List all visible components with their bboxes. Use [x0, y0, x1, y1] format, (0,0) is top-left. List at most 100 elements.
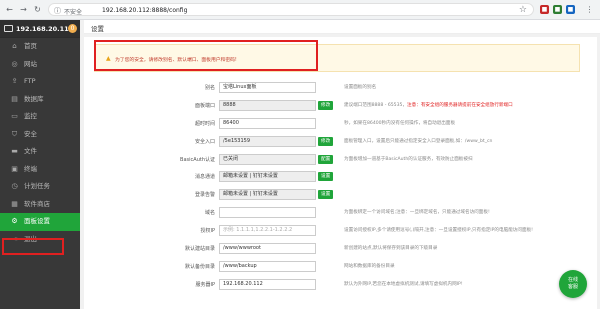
extension-icon[interactable]: ■: [566, 5, 575, 14]
sidebar-item-label: FTP: [24, 77, 36, 85]
field-input[interactable]: 邮箱未设置 | 钉钉未设置: [219, 189, 316, 200]
help-text: 新创建的站点,默认将保存到该目录的下级目录: [344, 246, 438, 251]
sidebar-item[interactable]: ⚙ 面板设置: [0, 213, 80, 231]
bookmark-star-icon[interactable]: ☆: [519, 5, 527, 15]
field-input[interactable]: 192.168.20.112: [219, 279, 316, 290]
field-label: 超时时间: [194, 121, 215, 127]
upload-icon: ⇪: [11, 77, 18, 85]
page-header: 设置: [84, 20, 600, 34]
field-label: 默认建站目录: [184, 246, 215, 252]
field-action-button[interactable]: 修改: [318, 101, 334, 110]
field-input[interactable]: [219, 207, 316, 218]
field-input[interactable]: /5e153159: [219, 136, 316, 147]
support-label-2: 客服: [567, 284, 578, 290]
field-action-button[interactable]: 修改: [318, 137, 334, 146]
settings-row: 默认备份目录/www/backup 网站和数据库的备份目录: [84, 261, 597, 273]
settings-row: 超时时间 86400 秒，如果在86400秒内没有任何操作，将自动退出面板: [84, 118, 597, 130]
sidebar-item-label: 安全: [24, 129, 37, 138]
sidebar-item[interactable]: ⇪ FTP: [0, 73, 80, 91]
monitor-icon: [4, 25, 13, 32]
field-input[interactable]: 宝塔Linux面板: [219, 82, 316, 93]
sidebar-item-label: 终端: [24, 164, 37, 173]
field-help-text: 面板管理入口，设置后只能通过指定安全入口登录面板,如：/www_bt_cn: [344, 138, 492, 144]
help-text: 为面板增加一道基于BasicAuth的认证服务，有效防止面板被扫: [344, 157, 473, 162]
reload-icon[interactable]: ↻: [32, 4, 43, 15]
sidebar-item[interactable]: ◎ 网站: [0, 56, 80, 74]
settings-row: 别名 宝塔Linux面板 设置面板的别名: [84, 82, 597, 94]
shield-icon: ⛉: [11, 129, 18, 138]
field-label: 安全入口: [194, 139, 215, 145]
field-label: 面板端口: [194, 103, 215, 109]
field-label: 登录告警: [194, 192, 215, 198]
sidebar-item-label: 数据库: [24, 94, 44, 103]
sidebar-item[interactable]: ▦ 软件商店: [0, 196, 80, 214]
field-help-text: 设置访问授权IP,多个请使用逗号(,)隔开,注意：一旦设置授权IP,只有指定IP…: [344, 227, 533, 233]
field-label: 默认备份目录: [184, 264, 215, 270]
highlight-outline: [2, 238, 64, 255]
field-label: 授权IP: [200, 228, 216, 234]
settings-row: 面板端口 8888 修改 建议端口范围8888 - 65535，注意：有安全组的服务器…: [84, 100, 597, 112]
browser-toolbar: ← → ↻ ⓘ 不安全 192.168.20.112:8888/config ☆…: [0, 0, 600, 20]
sidebar-item-label: 首页: [24, 42, 37, 50]
field-help-text: 建议端口范围8888 - 65535，注意：有安全组的服务器请提前在安全组放行新…: [344, 102, 513, 108]
help-warning-text: 注意：有安全组的服务器请提前在安全组放行新端口: [407, 103, 513, 108]
terminal-icon: ▣: [11, 164, 18, 173]
settings-row: BasicAuth认证 已关闭 配置 为面板增加一道基于BasicAuth的认证服务，…: [84, 154, 597, 166]
notification-badge[interactable]: 0: [68, 24, 77, 33]
sidebar-item[interactable]: ▤ 数据库: [0, 91, 80, 109]
forward-icon[interactable]: →: [18, 4, 29, 15]
globe-icon: ◎: [11, 59, 18, 68]
sidebar-item-label: 文件: [24, 147, 37, 155]
field-action-button[interactable]: 设置: [318, 172, 334, 181]
sidebar-item[interactable]: ▭ 监控: [0, 108, 80, 126]
field-input[interactable]: /www/backup: [219, 261, 316, 272]
support-label-1: 在线: [567, 277, 578, 283]
field-help-text: 为面板增加一道基于BasicAuth的认证服务，有效防止面板被扫: [344, 156, 473, 162]
field-input[interactable]: 已关闭: [219, 154, 316, 165]
field-label: BasicAuth认证: [180, 157, 215, 163]
field-help-text: 网站和数据库的备份目录: [344, 263, 395, 269]
menu-icon[interactable]: ⋮: [584, 4, 595, 15]
url-text[interactable]: 192.168.20.112:8888/config: [102, 7, 187, 14]
help-text: 设置面板的别名: [344, 85, 377, 90]
help-text: 网站和数据库的备份目录: [344, 264, 395, 269]
sidebar-item[interactable]: ⌂ 首页: [0, 38, 80, 56]
field-action-button[interactable]: 设置: [318, 190, 334, 199]
field-input[interactable]: 邮箱未设置 | 钉钉未设置: [219, 171, 316, 182]
insecure-label: 不安全: [64, 9, 83, 16]
field-action-button[interactable]: 配置: [318, 155, 334, 164]
field-input[interactable]: /www/wwwroot: [219, 243, 316, 254]
sidebar-item-label: 监控: [24, 112, 37, 120]
info-icon[interactable]: ⓘ: [54, 6, 61, 16]
settings-row: 域名 为面板绑定一个访问域名;注意：一旦绑定域名，只能通过域名访问面板!: [84, 207, 597, 219]
settings-row: 消息通道 邮箱未设置 | 钉钉未设置 设置: [84, 171, 597, 183]
field-input[interactable]: 86400: [219, 118, 316, 129]
settings-row: 登录告警 邮箱未设置 | 钉钉未设置 设置: [84, 189, 597, 201]
sidebar-item[interactable]: ◷ 计划任务: [0, 178, 80, 196]
field-label: 别名: [204, 85, 215, 91]
sidebar-item[interactable]: ▣ 终端: [0, 161, 80, 179]
field-help-text: 秒，如果在86400秒内没有任何操作，将自动退出面板: [344, 120, 455, 126]
back-icon[interactable]: ←: [4, 4, 15, 15]
field-input[interactable]: 示例: 1.1.1.1,1.2.2.1-1.2.2.2: [219, 225, 316, 236]
sidebar-item[interactable]: ▬ 文件: [0, 143, 80, 161]
field-help-text: 设置面板的别名: [344, 84, 376, 90]
sidebar-item-label: 计划任务: [24, 182, 50, 190]
sidebar: 192.168.20.112 0 ⌂ 首页 ◎ 网站 ⇪ FTP ▤ 数据库 ▭ 监控 ⛉ 安全 ▬ 文件…: [0, 20, 80, 309]
clock-icon: ◷: [11, 182, 18, 190]
address-bar[interactable]: ⓘ 不安全 192.168.20.112:8888/config ☆: [48, 3, 534, 16]
field-input[interactable]: 8888: [219, 100, 316, 111]
settings-row: 授权IP 示例: 1.1.1.1,1.2.2.1-1.2.2.2 设置访问授权IP,…: [84, 225, 597, 237]
home-icon: ⌂: [12, 42, 17, 50]
extension-icon[interactable]: ■: [540, 5, 549, 14]
online-support-button[interactable]: 在线 客服: [559, 270, 587, 298]
sidebar-item-label: 面板设置: [24, 217, 50, 225]
settings-card: ▲ 为了您的安全，请修改别名、默认端口、面板用户和密码! 别名 宝塔Linux面板…: [84, 37, 597, 329]
store-icon: ▦: [11, 199, 18, 208]
sidebar-item-label: 网站: [24, 59, 37, 68]
extension-icon[interactable]: ■: [553, 5, 562, 14]
help-text: 建议端口范围8888 - 65535，: [344, 103, 408, 108]
sidebar-header: 192.168.20.112 0: [0, 20, 80, 38]
sidebar-item[interactable]: ⛉ 安全: [0, 126, 80, 144]
help-text: 面板管理入口，设置后只能通过指定安全入口登录面板,如：/www_bt_cn: [344, 139, 493, 144]
